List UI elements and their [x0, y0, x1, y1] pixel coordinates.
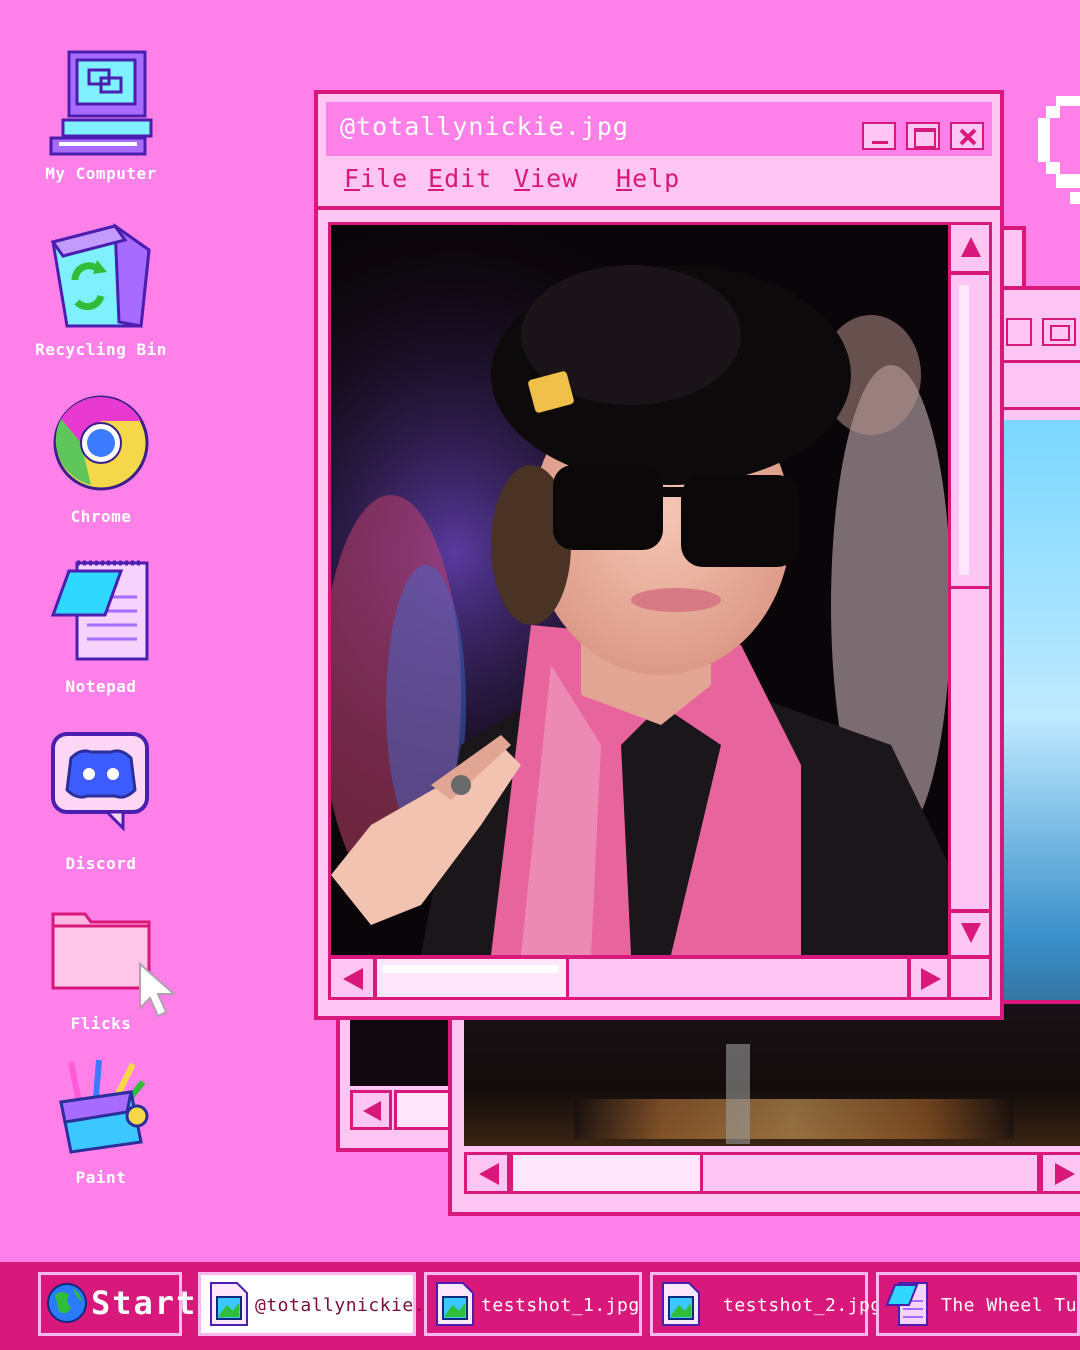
image-viewer-window[interactable]: @totallynickie.jpg File Edit View Help	[314, 90, 1004, 1020]
horizontal-scroll-thumb[interactable]	[377, 959, 569, 997]
taskbar-item-label: The Wheel Tu..	[941, 1295, 1080, 1316]
image-file-icon	[436, 1282, 474, 1326]
horizontal-scroll-track[interactable]	[374, 956, 910, 1000]
desktop-icon-label: Recycling Bin	[35, 340, 167, 359]
start-button[interactable]: Start	[38, 1272, 195, 1336]
desktop-icon-chrome[interactable]: Chrome	[1, 393, 201, 526]
maximize-button[interactable]	[1042, 318, 1076, 346]
discord-icon	[51, 732, 149, 832]
close-icon	[959, 128, 977, 146]
start-label: Start	[91, 1284, 198, 1322]
desktop-icon-label: Notepad	[65, 677, 137, 696]
minimize-button[interactable]	[1006, 318, 1032, 346]
taskbar-item-label: testshot_1.jpg	[481, 1295, 640, 1316]
taskbar-item-totallynickie[interactable]: @totallynickie.jp	[198, 1272, 447, 1336]
horizontal-scroll-track[interactable]	[510, 1152, 1040, 1194]
arrow-right-icon	[1055, 1163, 1075, 1185]
desktop-icon-notepad[interactable]: Notepad	[1, 557, 201, 696]
pixel-heart-icon	[1038, 96, 1080, 204]
taskbar-item-testshot-1[interactable]: testshot_1.jpg	[424, 1272, 642, 1336]
arrow-down-icon	[961, 923, 981, 943]
menu-bar: File Edit View Help	[326, 156, 992, 202]
desktop-icon-recycling-bin[interactable]: Recycling Bin	[1, 222, 201, 359]
scroll-left-button[interactable]	[328, 956, 376, 1000]
scroll-up-button[interactable]	[948, 222, 992, 274]
arrow-left-icon	[479, 1163, 499, 1185]
menu-edit[interactable]: Edit	[428, 164, 492, 193]
arrow-left-icon	[343, 968, 363, 990]
portrait-photo	[331, 225, 949, 955]
scroll-right-button[interactable]	[908, 956, 950, 1000]
globe-icon	[47, 1283, 87, 1323]
window-title: @totallynickie.jpg	[340, 112, 629, 141]
menu-view[interactable]: View	[514, 164, 578, 193]
scroll-down-button[interactable]	[948, 910, 992, 958]
image-file-icon	[662, 1282, 700, 1326]
desktop-icon-label: Chrome	[70, 507, 132, 526]
arrow-up-icon	[961, 237, 981, 257]
minimize-icon	[872, 141, 888, 144]
maximize-button[interactable]	[906, 122, 940, 150]
taskbar-item-testshot-2[interactable]: testshot_2.jpg	[650, 1272, 881, 1336]
photo-totallynickie	[328, 222, 952, 958]
scroll-corner	[948, 956, 992, 1000]
notepad-icon	[885, 1282, 928, 1326]
menu-file[interactable]: File	[344, 164, 408, 193]
paint-icon	[59, 1059, 149, 1154]
scroll-left-button[interactable]	[350, 1090, 392, 1130]
scroll-left-button[interactable]	[464, 1152, 510, 1194]
taskbar-item-label: testshot_2.jpg	[723, 1295, 882, 1316]
photo-testshot-2	[464, 1004, 1080, 1146]
mouse-cursor-icon	[139, 962, 177, 1018]
maximize-icon	[914, 128, 936, 148]
chrome-icon	[53, 395, 149, 491]
arrow-right-icon	[921, 968, 941, 990]
arrow-left-icon	[363, 1101, 381, 1121]
menubar	[1004, 360, 1080, 410]
title-bar[interactable]: @totallynickie.jpg	[326, 102, 992, 156]
computer-icon	[49, 50, 153, 156]
desktop-icon-label: My Computer	[45, 164, 157, 183]
taskbar-item-the-wheel[interactable]: The Wheel Tu..	[876, 1272, 1080, 1336]
desktop-icon-paint[interactable]: Paint	[1, 1052, 201, 1187]
desktop-icon-my-computer[interactable]: My Computer	[1, 50, 201, 183]
vertical-scroll-thumb[interactable]	[951, 275, 989, 589]
background-window-testshot-2[interactable]	[448, 1000, 1080, 1216]
image-file-icon	[210, 1282, 248, 1326]
notepad-icon	[50, 560, 149, 661]
desktop-icon-label: Paint	[75, 1168, 127, 1187]
taskbar-item-label: @totallynickie.jp	[255, 1295, 448, 1316]
close-button[interactable]	[950, 122, 984, 150]
minimize-button[interactable]	[862, 122, 896, 150]
vertical-scroll-track[interactable]	[948, 272, 992, 912]
scroll-right-button[interactable]	[1040, 1152, 1080, 1194]
desktop-icon-discord[interactable]: Discord	[1, 728, 201, 873]
menu-help[interactable]: Help	[616, 164, 680, 193]
desktop-icon-label: Discord	[65, 854, 137, 873]
recycle-bin-icon	[50, 223, 151, 328]
